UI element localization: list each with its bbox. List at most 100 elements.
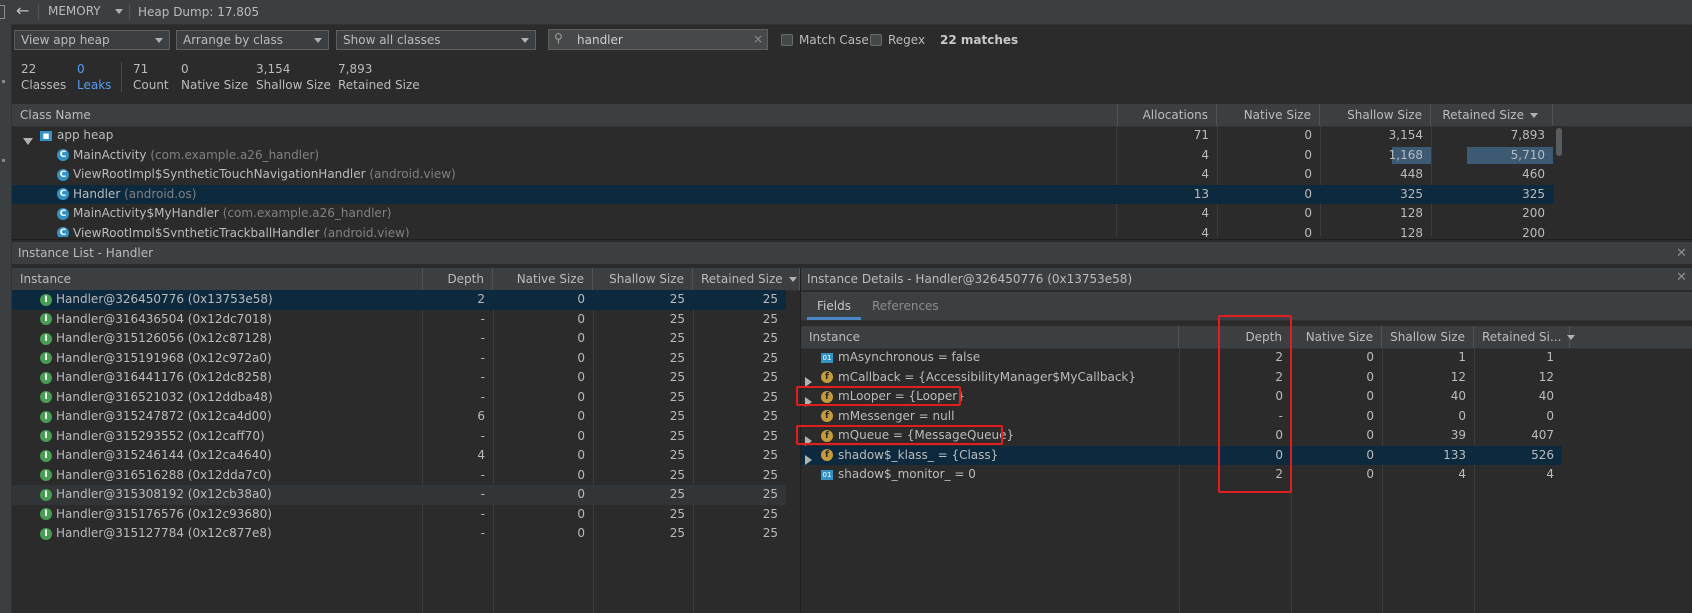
class-row[interactable]: C ViewRootImpl$SyntheticTrackballHandler… [12,224,1554,238]
field-name: shadow$_monitor_ = 0 [838,467,976,481]
instance-icon: I [40,352,52,364]
top-toolbar: ← MEMORY Heap Dump: 17.805 [0,0,1692,25]
instance-name: Handler@316441176 (0x12dc8258) [56,370,272,384]
retained-size: 25 [762,311,778,326]
class-simple-name: ViewRootImpl$SyntheticTrackballHandler [73,225,320,238]
col-native-size[interactable]: Native Size [1217,104,1320,126]
collapse-icon[interactable] [23,138,33,145]
instance-name: Handler@315127784 (0x12c877e8) [56,526,272,540]
panel-toggle-icon[interactable] [0,5,5,19]
instance-list-body: I Handler@326450776 (0x13753e58) 2 0 25 25 I Ha… [12,290,800,613]
heap-select[interactable]: View app heap [14,30,170,50]
field-row[interactable]: 01 shadow$_monitor_ = 02044 [801,465,1562,485]
retained-size: 1 [1546,350,1554,364]
field-row[interactable]: f mMessenger = null -0 0 0 [801,407,1562,427]
instance-icon: I [40,508,52,520]
col-retained-size[interactable]: Retained Si... [1474,326,1576,348]
field-row[interactable]: f shadow$_klass_ = {Class} 0 0 133 526 [801,445,1562,465]
col-shallow-size[interactable]: Shallow Size [593,268,693,290]
expand-icon[interactable] [805,455,812,465]
class-table-body: ■ app heap 71 0 3,154 7,893 C MainActivi… [12,126,1554,237]
col-instance[interactable]: Instance [801,326,1179,348]
shallow-size: 25 [669,292,685,306]
instance-row[interactable]: I Handler@316521032 (0x12ddba48) - 0 25 25 [12,388,786,408]
field-row[interactable]: f mCallback = {AccessibilityManager$MyCal… [801,368,1562,387]
depth: - [480,467,485,482]
close-icon[interactable]: ✕ [1676,270,1687,285]
class-simple-name: Handler [73,186,121,201]
shallow-size: 25 [669,506,685,521]
col-class-name[interactable]: Class Name [12,104,1118,126]
instance-name: Handler@315293552 (0x12caff70) [56,428,265,443]
regex-checkbox[interactable] [870,34,882,46]
close-icon[interactable]: ✕ [1676,246,1687,261]
instance-name: Handler@326450776 (0x13753e58) [56,292,273,306]
native-size: 0 [577,292,585,306]
match-case-checkbox[interactable] [781,34,793,46]
instance-row[interactable]: I Handler@315246144 (0x12ca4640) 4 0 25 25 [12,446,786,466]
instance-row[interactable]: I Handler@316516288 (0x12dda7c0) - 0 25 25 [12,466,786,486]
chevron-down-icon[interactable] [115,9,123,14]
col-retained-size[interactable]: Retained Size [1431,104,1553,126]
class-table-scrollbar[interactable] [1555,126,1563,237]
classes-select[interactable]: Show all classes [336,30,536,50]
class-simple-name: MainActivity$MyHandler [73,206,219,220]
instance-row[interactable]: I Handler@316436504 (0x12dc7018) - 0 25 25 [12,310,786,330]
profiler-selector-label[interactable]: MEMORY [48,4,101,18]
field-icon: f [821,449,833,461]
class-package: (android.view) [323,225,410,238]
depth-highlight-box [1218,315,1292,493]
field-row[interactable]: 01 mAsynchronous = false 2 0 1 1 [801,348,1562,368]
class-name: ViewRootImpl$SyntheticTrackballHandler (… [73,224,410,238]
instance-icon: I [40,488,52,501]
instance-row[interactable]: I Handler@315191968 (0x12c972a0) - 0 25 25 [12,349,786,369]
tab-references[interactable]: References [872,292,939,320]
arrange-select[interactable]: Arrange by class [176,30,329,50]
retained-size: 407 [1531,428,1554,442]
col-native-size[interactable]: Native Size [493,268,593,290]
allocations: 4 [1201,206,1209,220]
col-instance[interactable]: Instance [12,268,423,290]
instance-row[interactable]: I Handler@315126056 (0x12c87128) - 0 25 25 [12,329,786,349]
instance-row[interactable]: I Handler@315176576 (0x12c93680) - 0 25 25 [12,505,786,525]
col-allocations[interactable]: Allocations [1118,104,1217,126]
search-input[interactable]: ⚲ handler × [548,29,768,50]
depth: - [480,428,485,443]
class-row-root[interactable]: ■ app heap 71 0 3,154 7,893 [12,126,1554,146]
instance-row[interactable]: I Handler@315308192 (0x12cb38a0) - 0 25 25 [12,485,786,505]
instance-row[interactable]: I Handler@315127784 (0x12c877e8) - 0 25 25 [12,524,786,544]
instance-list-header: Instance Depth Native Size Shallow Size … [12,268,800,291]
col-shallow-size[interactable]: Shallow Size [1382,326,1474,348]
native-size: 0 [577,448,585,462]
summary-leaks[interactable]: 0 Leaks [77,62,111,92]
depth: - [480,331,485,345]
class-row-selected[interactable]: C Handler (android.os) 13 0 325 325 [12,184,1554,204]
instance-row[interactable]: I Handler@316441176 (0x12dc8258) - 0 25 25 [12,368,786,388]
instance-row-selected[interactable]: I Handler@326450776 (0x13753e58) 2 0 25 25 [12,290,786,310]
class-row[interactable]: C MainActivity (com.example.a26_handler)… [12,146,1554,166]
col-depth[interactable]: Depth [423,268,493,290]
regex-label[interactable]: Regex [888,33,925,47]
class-simple-name: ViewRootImpl$SyntheticTouchNavigationHan… [73,167,366,181]
instance-row[interactable]: I Handler@315247872 (0x12ca4d00) 6 0 25 25 [12,407,786,427]
tab-fields[interactable]: Fields [807,292,861,320]
sort-desc-icon [1530,113,1538,118]
instance-details-titlebar: Instance Details - Handler@326450776 (0x… [801,268,1692,290]
shallow-size: 25 [669,389,685,404]
retained-size: 25 [762,350,778,365]
col-native-size[interactable]: Native Size [1291,326,1382,348]
left-tool-strip [0,24,12,613]
col-retained-size[interactable]: Retained Size [693,268,800,290]
instance-row[interactable]: I Handler@315293552 (0x12caff70) - 0 25 25 [12,427,786,447]
class-row[interactable]: C ViewRootImpl$SyntheticTouchNavigationH… [12,165,1554,185]
match-case-label[interactable]: Match Case [799,33,869,47]
field-icon: f [821,410,833,422]
class-icon: C [57,149,69,161]
col-shallow-size[interactable]: Shallow Size [1320,104,1431,126]
instance-name: Handler@315308192 (0x12cb38a0) [56,487,272,501]
back-icon[interactable]: ← [16,1,29,20]
retained-size: 25 [762,448,778,462]
instance-icon: I [40,410,52,423]
clear-search-icon[interactable]: × [753,32,763,46]
class-row[interactable]: C MainActivity$MyHandler (com.example.a2… [12,204,1554,224]
